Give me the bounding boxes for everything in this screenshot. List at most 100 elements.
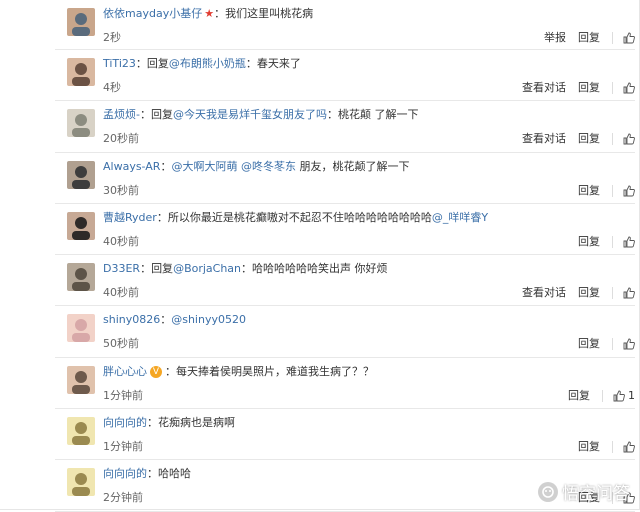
timestamp: 50秒前 <box>103 337 139 351</box>
mention-link[interactable]: @_咩咩睿Y <box>432 211 488 224</box>
username-link[interactable]: shiny0826 <box>103 313 160 326</box>
username-link[interactable]: 向向向的 <box>103 467 147 480</box>
colon: ： <box>156 210 168 224</box>
divider <box>612 184 613 197</box>
colon: ： <box>135 57 147 70</box>
reply-button[interactable]: 回复 <box>578 132 600 146</box>
comment-actions: 回复 1 <box>556 389 635 403</box>
report-button[interactable]: 举报 <box>544 31 566 45</box>
comment-actions: 举报 回复 <box>532 31 635 45</box>
avatar[interactable] <box>67 468 95 497</box>
like-button[interactable] <box>623 133 635 145</box>
comment-item: Always-AR：@大啊大阿萌 @咚冬苳东 朋友，桃花颠了解一下 30秒前 回复 <box>55 153 635 204</box>
timestamp: 40秒前 <box>103 234 139 248</box>
wukong-logo-icon <box>538 481 558 502</box>
comment-line: 孟烦烦-：回复@今天我是易烊千玺女朋友了吗：桃花颠 了解一下 <box>103 107 418 123</box>
comment-text: 所以你最近是桃花癫嗷对不起忍不住哈哈哈哈哈哈哈哈 <box>167 210 432 224</box>
reply-to-link[interactable]: @布朗熊小奶瓶 <box>169 57 246 70</box>
username-link[interactable]: Always-AR <box>103 160 160 173</box>
reply-button[interactable]: 回复 <box>578 286 600 300</box>
avatar[interactable] <box>67 160 95 189</box>
like-button[interactable] <box>623 82 635 94</box>
colon: ： <box>139 108 151 122</box>
view-conversation-button[interactable]: 查看对话 <box>522 286 566 300</box>
comment-line: TiTi23：回复@布朗熊小奶瓶：春天来了 <box>103 56 301 72</box>
timestamp: 2分钟前 <box>103 491 143 505</box>
username-link[interactable]: TiTi23 <box>103 57 136 70</box>
comment-item: 向向向的：花痴病也是病啊 1分钟前 回复 <box>55 409 635 461</box>
username-link[interactable]: 曹越Ryder <box>103 211 157 224</box>
colon: ： <box>140 262 152 276</box>
like-button[interactable] <box>623 32 635 44</box>
comment-item: 孟烦烦-：回复@今天我是易烊千玺女朋友了吗：桃花颠 了解一下 20秒前 查看对话 回复 <box>55 101 635 153</box>
username-link[interactable]: 依依mayday小基仔 <box>103 7 202 20</box>
comment-text: 春天来了 <box>256 57 301 70</box>
comment-item: shiny0826：@shinyy0520 50秒前 回复 <box>55 306 635 358</box>
username-link[interactable]: 胖心心心 <box>103 365 147 378</box>
timestamp: 2秒 <box>103 31 121 44</box>
like-button[interactable] <box>623 338 635 350</box>
mention-link[interactable]: @shinyy0520 <box>171 313 246 326</box>
view-conversation-button[interactable]: 查看对话 <box>522 132 566 146</box>
like-button[interactable]: 1 <box>613 389 635 403</box>
like-button[interactable] <box>623 236 635 248</box>
like-count: 1 <box>628 388 635 402</box>
reply-button[interactable]: 回复 <box>578 337 600 351</box>
thumbs-up-icon <box>623 236 635 248</box>
vip-badge-icon: V <box>150 365 162 378</box>
comment-item: 曹越Ryder：所以你最近是桃花癫嗷对不起忍不住哈哈哈哈哈哈哈哈@_咩咩睿Y 40… <box>55 204 635 256</box>
view-conversation-button[interactable]: 查看对话 <box>522 81 566 95</box>
username-link[interactable]: 向向向的 <box>103 416 147 429</box>
avatar[interactable] <box>67 314 95 343</box>
timestamp: 40秒前 <box>103 286 139 300</box>
reply-button[interactable]: 回复 <box>578 235 600 249</box>
timestamp: 4秒 <box>103 81 121 94</box>
comment-line: 向向向的：哈哈哈 <box>103 466 191 482</box>
comment-actions: 回复 <box>566 235 635 249</box>
mention-link[interactable]: @大啊大阿萌 @咚冬苳东 <box>171 160 296 173</box>
avatar[interactable] <box>67 417 95 446</box>
timestamp: 20秒前 <box>103 132 139 146</box>
timestamp: 1分钟前 <box>103 440 143 454</box>
reply-button[interactable]: 回复 <box>578 440 600 454</box>
reply-button[interactable]: 回复 <box>578 184 600 198</box>
like-button[interactable] <box>623 185 635 197</box>
reply-button[interactable]: 回复 <box>578 81 600 95</box>
comment-actions: 查看对话 回复 <box>510 286 635 300</box>
colon: ： <box>147 416 158 430</box>
avatar[interactable] <box>67 109 95 138</box>
comment-line: 向向向的：花痴病也是病啊 <box>103 415 235 431</box>
avatar[interactable] <box>67 263 95 292</box>
colon: ： <box>241 262 253 276</box>
reply-button[interactable]: 回复 <box>568 389 590 403</box>
like-button[interactable] <box>623 441 635 453</box>
thumbs-up-icon <box>623 339 635 350</box>
like-button[interactable] <box>623 287 635 299</box>
reply-prefix: 回复 <box>150 108 173 122</box>
comment-item: D33ER：回复@BorjaChan：哈哈哈哈哈哈笑出声 你好烦 40秒前 查看对话… <box>55 255 635 307</box>
comment-line: D33ER：回复@BorjaChan：哈哈哈哈哈哈笑出声 你好烦 <box>103 261 388 277</box>
thumbs-up-icon <box>623 441 635 453</box>
comment-text: 朋友，桃花颠了解一下 <box>295 159 410 173</box>
divider <box>612 338 613 351</box>
reply-to-link[interactable]: @今天我是易烊千玺女朋友了吗 <box>173 108 327 121</box>
avatar[interactable] <box>67 8 95 36</box>
comment-item: TiTi23：回复@布朗熊小奶瓶：春天来了 4秒 查看对话 回复 <box>55 50 635 102</box>
avatar[interactable] <box>67 211 95 240</box>
comment-list: 依依mayday小基仔 ★：我们这里叫桃花病 2秒 举报 回复 TiTi23：回复@布朗熊… <box>55 0 635 512</box>
watermark-text: 悟空问答 <box>562 484 630 504</box>
divider <box>612 133 613 146</box>
reply-to-link[interactable]: @BorjaChan <box>173 262 241 275</box>
avatar[interactable] <box>67 365 95 394</box>
colon: ： <box>147 467 158 481</box>
username-link[interactable]: D33ER <box>103 262 140 275</box>
avatar[interactable] <box>67 58 95 86</box>
comment-text: 桃花颠 了解一下 <box>337 108 419 122</box>
username-link[interactable]: 孟烦烦- <box>103 108 140 121</box>
comment-item: 依依mayday小基仔 ★：我们这里叫桃花病 2秒 举报 回复 <box>55 0 635 50</box>
reply-button[interactable]: 回复 <box>578 31 600 45</box>
comment-actions: 查看对话 回复 <box>510 81 635 95</box>
reply-prefix: 回复 <box>146 57 169 70</box>
colon: ： <box>245 57 257 70</box>
comment-text: 哈哈哈 <box>158 467 191 481</box>
